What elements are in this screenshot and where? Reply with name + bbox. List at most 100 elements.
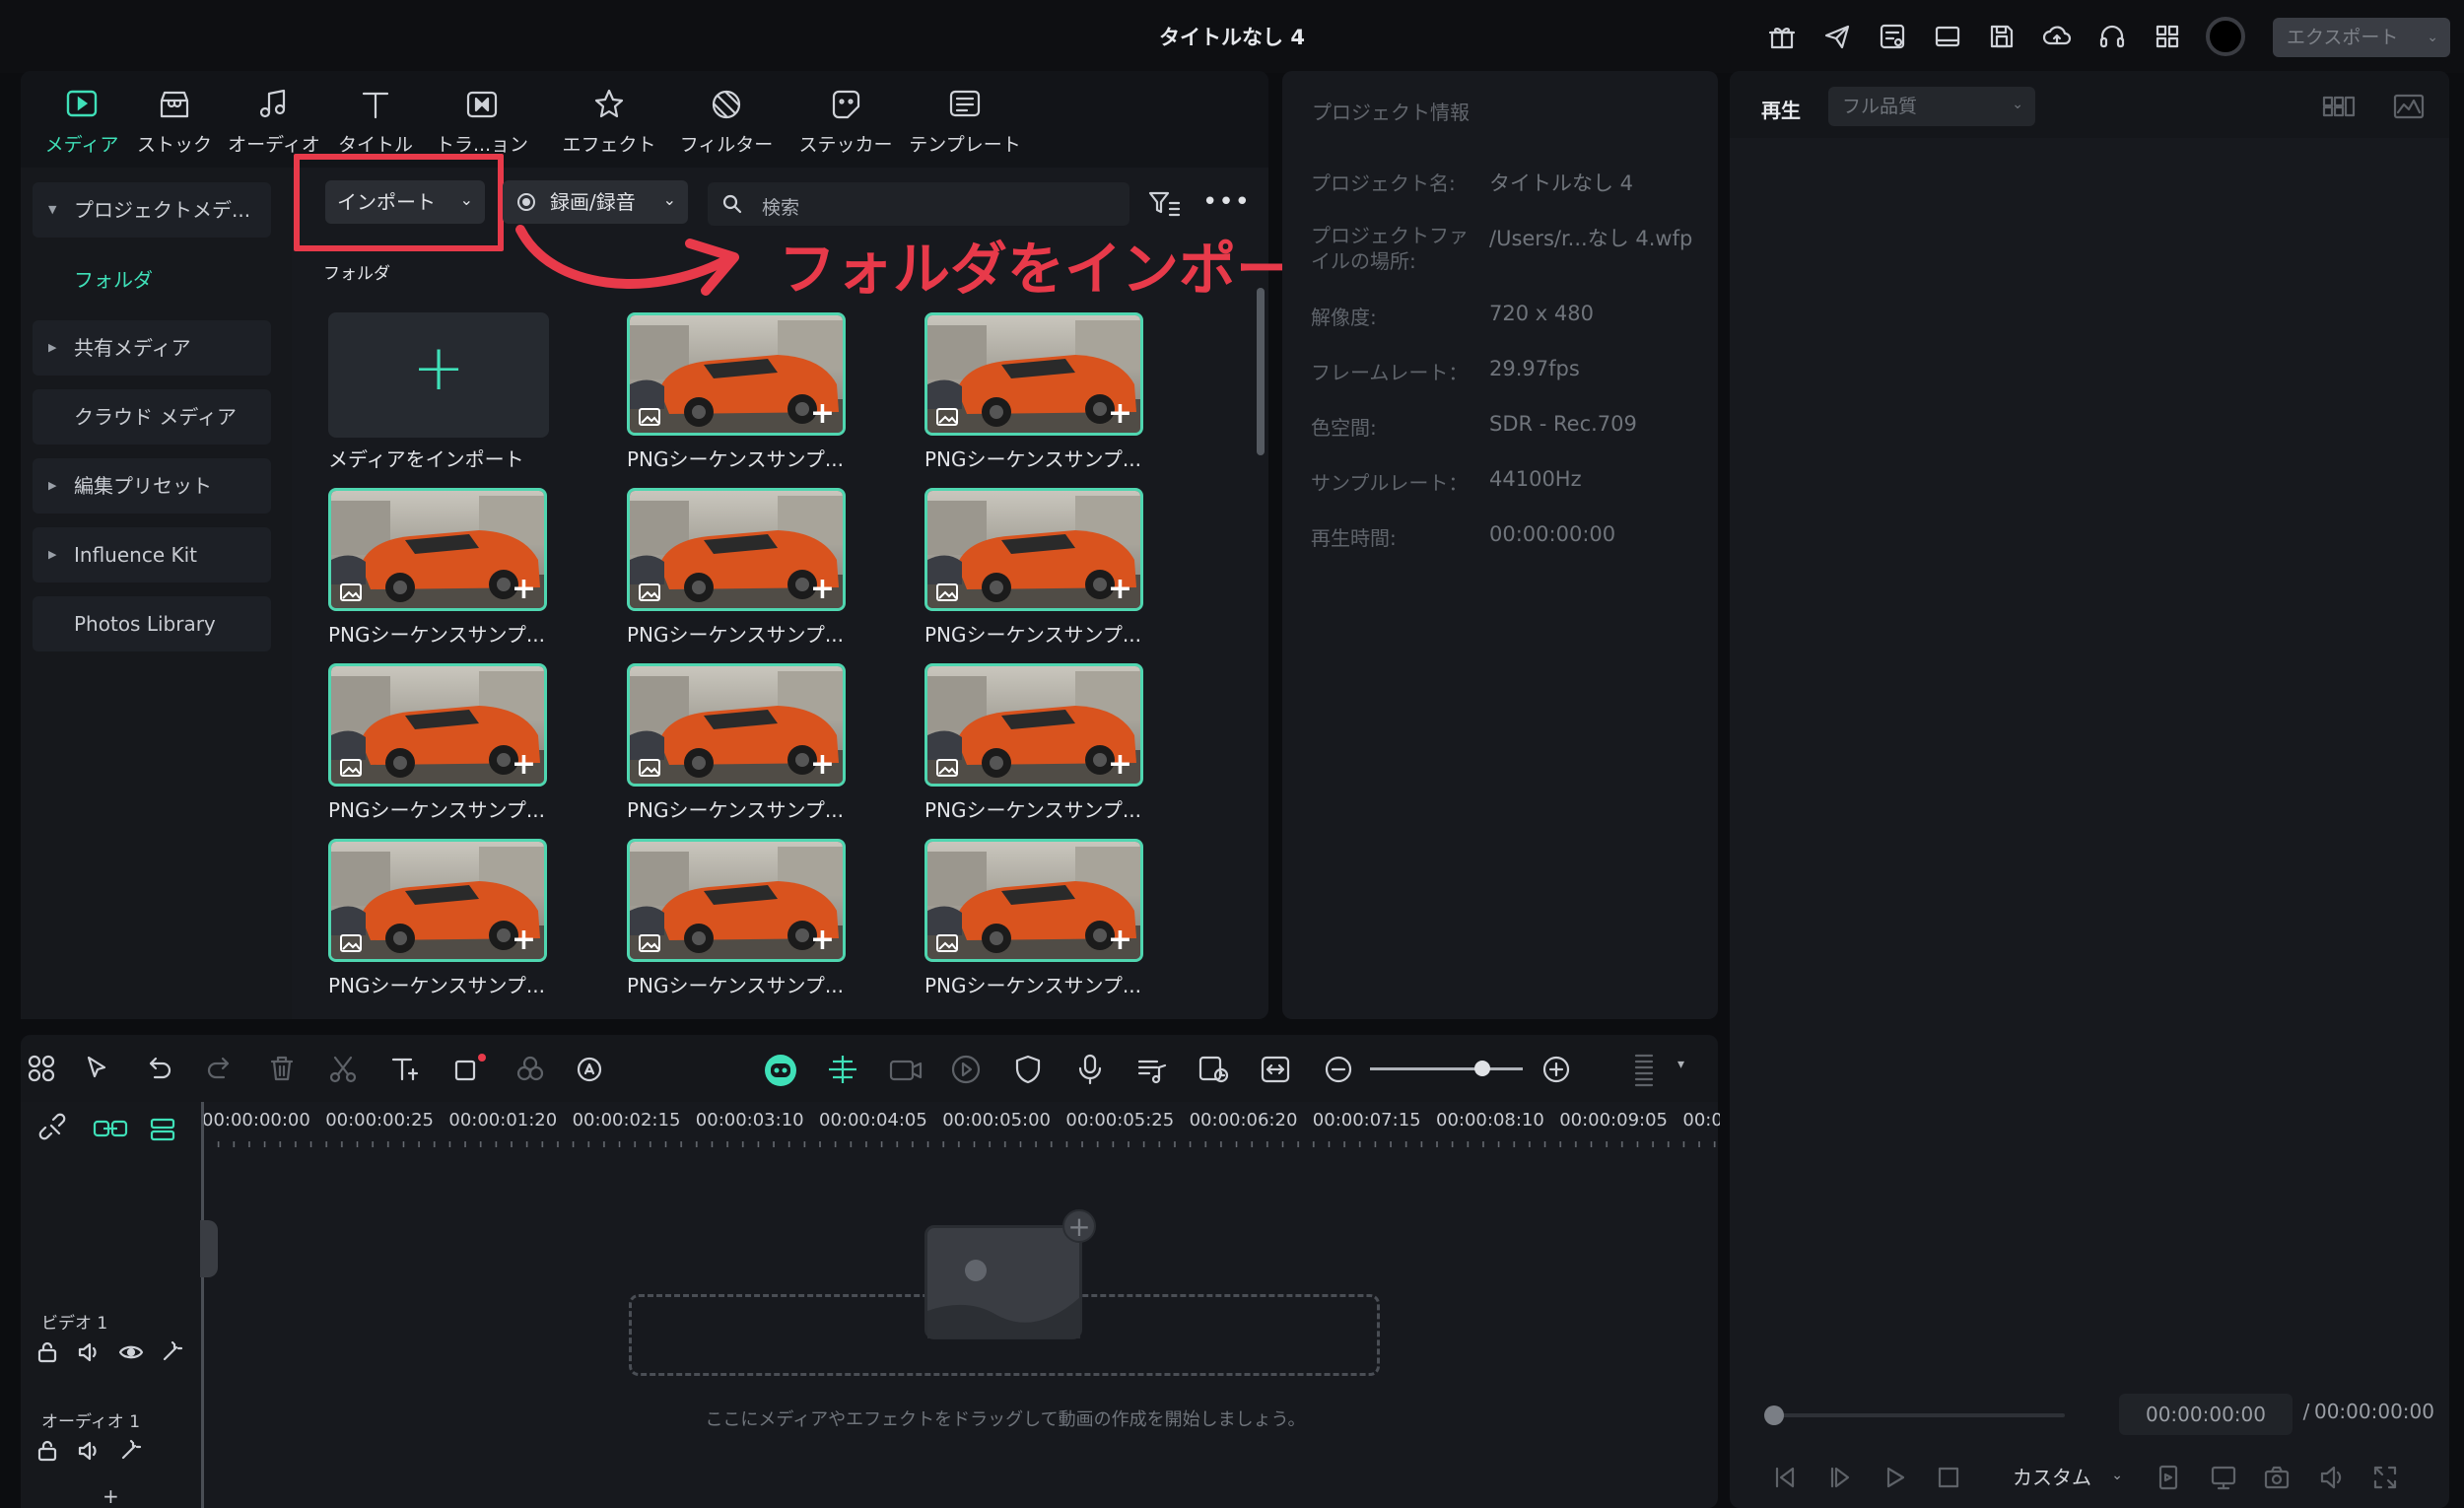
sidebar-item-photos-library[interactable]: Photos Library [33, 596, 271, 651]
clip-timer-icon[interactable] [1196, 1052, 1231, 1087]
delete-icon[interactable] [264, 1052, 300, 1087]
sidebar-item-influence-kit[interactable]: ▶ Influence Kit [33, 527, 271, 583]
media-thumbnail[interactable]: + [924, 663, 1143, 787]
crop-shape-icon[interactable] [450, 1052, 486, 1087]
display-icon[interactable] [2209, 1463, 2238, 1492]
add-media-plus-icon[interactable]: + [1062, 1209, 1096, 1243]
add-to-timeline-plus-icon[interactable]: + [810, 747, 835, 782]
media-thumbnail[interactable]: + [924, 312, 1143, 436]
ai-assistant-icon[interactable] [762, 1052, 797, 1087]
add-to-timeline-plus-icon[interactable]: + [1108, 923, 1132, 957]
search-input[interactable]: 検索 [708, 182, 1129, 226]
ai-tool-icon[interactable] [574, 1052, 609, 1087]
volume-icon[interactable] [2317, 1463, 2347, 1492]
sidebar-item-project-media[interactable]: ▼ プロジェクトメデ... [33, 182, 271, 238]
save-icon[interactable] [1987, 22, 2017, 51]
avatar[interactable] [2206, 17, 2245, 56]
link-clips-icon[interactable] [92, 1112, 129, 1147]
layout-grid-icon[interactable] [25, 1052, 60, 1087]
tab-effect[interactable]: エフェクト [550, 85, 668, 157]
filter-sort-icon[interactable] [1147, 189, 1181, 219]
export-button[interactable]: エクスポート ⌄ [2273, 18, 2450, 57]
stop-icon[interactable] [1934, 1463, 1963, 1492]
import-media-tile[interactable]: + [328, 312, 549, 438]
volume-icon[interactable] [77, 1340, 103, 1364]
tab-sticker[interactable]: ステッカー [787, 85, 905, 157]
eye-icon[interactable] [118, 1340, 144, 1364]
media-thumbnail[interactable]: + [328, 488, 547, 611]
speed-icon[interactable] [948, 1052, 984, 1087]
add-to-timeline-plus-icon[interactable]: + [1108, 747, 1132, 782]
add-to-timeline-plus-icon[interactable]: + [810, 396, 835, 431]
media-thumbnail[interactable]: + [328, 663, 547, 787]
grid-apps-icon[interactable] [2153, 22, 2182, 51]
record-dropdown[interactable]: 録画/録音 ⌄ [503, 180, 688, 224]
add-to-timeline-plus-icon[interactable]: + [1108, 396, 1132, 431]
grid-view-icon[interactable] [2321, 93, 2357, 120]
cloud-upload-icon[interactable] [2042, 22, 2072, 51]
tab-template[interactable]: テンプレート [906, 85, 1024, 157]
scrubber-handle[interactable] [1764, 1405, 1784, 1425]
zoom-out-icon[interactable] [1321, 1052, 1356, 1087]
chevron-down-icon[interactable]: ▾ [1677, 1057, 1684, 1072]
playhead-handle[interactable] [200, 1220, 218, 1277]
aspect-ratio-dropdown[interactable]: カスタム ⌄ [2001, 1459, 2127, 1496]
microphone-icon[interactable] [1072, 1052, 1108, 1087]
media-thumbnail[interactable]: + [627, 663, 846, 787]
checklist-icon[interactable] [1878, 22, 1907, 51]
quality-dropdown[interactable]: フル品質 ⌄ [1828, 87, 2035, 126]
media-thumbnail[interactable]: + [627, 312, 846, 436]
cut-scissors-icon[interactable] [325, 1052, 361, 1087]
sidebar-item-edit-presets[interactable]: ▶ 編集プリセット [33, 458, 271, 514]
magic-wand-icon[interactable] [118, 1439, 142, 1463]
add-to-timeline-plus-icon[interactable]: + [512, 572, 536, 606]
media-thumbnail[interactable]: + [328, 839, 547, 962]
tab-playback[interactable]: 再生 [1761, 95, 1801, 123]
gift-icon[interactable] [1767, 22, 1797, 51]
more-options-icon[interactable]: ••• [1202, 187, 1251, 217]
media-thumbnail[interactable]: + [924, 488, 1143, 611]
tab-transition[interactable]: トラ...ョン [423, 85, 541, 157]
magic-wand-icon[interactable] [160, 1340, 183, 1364]
layout-icon[interactable] [1933, 22, 1962, 51]
add-track-button[interactable]: + [103, 1484, 119, 1508]
snapshot-camera-icon[interactable] [2262, 1463, 2292, 1492]
fit-timeline-icon[interactable] [1258, 1052, 1293, 1087]
zoom-slider-handle[interactable] [1474, 1061, 1490, 1076]
add-to-timeline-plus-icon[interactable]: + [810, 572, 835, 606]
add-to-timeline-plus-icon[interactable]: + [810, 923, 835, 957]
playback-scrubber[interactable] [1769, 1413, 2065, 1417]
zoom-in-icon[interactable] [1539, 1052, 1574, 1087]
undo-icon[interactable] [141, 1052, 176, 1087]
volume-icon[interactable] [77, 1439, 103, 1463]
audio-list-icon[interactable] [1133, 1052, 1169, 1087]
add-to-timeline-plus-icon[interactable]: + [512, 747, 536, 782]
sidebar-item-cloud-media[interactable]: クラウド メディア [33, 389, 271, 445]
lock-icon[interactable] [35, 1340, 59, 1364]
fullscreen-icon[interactable] [2370, 1463, 2400, 1492]
media-thumbnail[interactable]: + [924, 839, 1143, 962]
sidebar-item-shared-media[interactable]: ▶ 共有メディア [33, 320, 271, 376]
current-time[interactable]: 00:00:00:00 [2119, 1394, 2293, 1435]
send-icon[interactable] [1822, 22, 1852, 51]
select-pointer-icon[interactable] [81, 1052, 116, 1087]
tab-filter[interactable]: フィルター [667, 85, 786, 157]
sidebar-item-folder[interactable]: フォルダ [74, 264, 153, 293]
redo-icon[interactable] [202, 1052, 238, 1087]
add-to-timeline-plus-icon[interactable]: + [1108, 572, 1132, 606]
auto-camera-icon[interactable] [887, 1052, 923, 1087]
step-back-icon[interactable] [1769, 1463, 1799, 1492]
step-forward-frame-icon[interactable] [1824, 1463, 1854, 1492]
playhead[interactable] [201, 1102, 204, 1508]
shield-icon[interactable] [1010, 1052, 1046, 1087]
tab-title[interactable]: タイトル [316, 85, 435, 157]
track-height-icon[interactable] [1626, 1052, 1662, 1087]
color-circles-icon[interactable] [513, 1052, 548, 1087]
media-thumbnail[interactable]: + [627, 488, 846, 611]
media-scrollbar[interactable] [1257, 288, 1265, 455]
media-thumbnail[interactable]: + [627, 839, 846, 962]
play-icon[interactable] [1880, 1463, 1909, 1492]
headset-icon[interactable] [2097, 22, 2127, 51]
mark-in-icon[interactable] [2154, 1463, 2183, 1492]
waveform-scope-icon[interactable] [2392, 93, 2426, 120]
